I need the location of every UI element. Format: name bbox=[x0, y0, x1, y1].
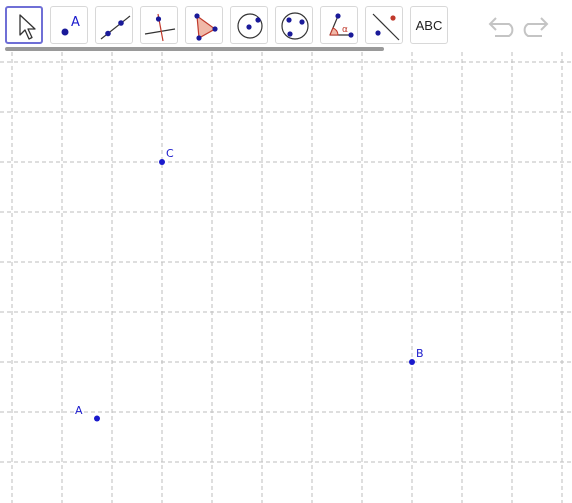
point-label-c: C bbox=[166, 147, 174, 160]
circle-three-points-tool-button[interactable] bbox=[275, 6, 313, 44]
text-tool-button[interactable]: ABC bbox=[410, 6, 448, 44]
point-c[interactable] bbox=[159, 159, 165, 165]
point-b[interactable] bbox=[409, 359, 415, 365]
point-icon: A bbox=[61, 15, 80, 36]
circle-center-point-icon bbox=[237, 13, 263, 39]
perpendicular-line-icon bbox=[144, 13, 176, 42]
angle-tool-label: α bbox=[342, 25, 348, 35]
circle-tool-button[interactable] bbox=[230, 6, 268, 44]
points-layer bbox=[94, 159, 415, 422]
point-a[interactable] bbox=[94, 415, 100, 422]
polygon-tool-button[interactable] bbox=[185, 6, 223, 44]
polygon-icon bbox=[194, 13, 218, 41]
graphics-view[interactable]: C B A bbox=[0, 52, 572, 503]
reflect-tool-button[interactable] bbox=[365, 6, 403, 44]
text-icon: ABC bbox=[415, 17, 443, 33]
toolbar: A α ABC bbox=[0, 0, 572, 50]
redo-button[interactable] bbox=[522, 14, 552, 38]
point-label-a: A bbox=[75, 403, 83, 417]
undo-button[interactable] bbox=[485, 14, 515, 38]
move-tool-button[interactable] bbox=[5, 6, 43, 44]
angle-tool-button[interactable]: α bbox=[320, 6, 358, 44]
arrow-cursor-icon bbox=[19, 14, 36, 40]
point-tool-button[interactable]: A bbox=[50, 6, 88, 44]
circle-three-points-icon bbox=[281, 12, 309, 40]
line-through-points-icon bbox=[100, 15, 131, 40]
redo-icon bbox=[523, 17, 549, 37]
perpendicular-tool-button[interactable] bbox=[140, 6, 178, 44]
line-tool-button[interactable] bbox=[95, 6, 133, 44]
reflect-about-line-icon bbox=[372, 13, 400, 41]
angle-icon: α bbox=[329, 13, 354, 38]
toolbar-scrollbar[interactable] bbox=[5, 47, 384, 51]
point-label-b: B bbox=[416, 347, 424, 360]
point-tool-label: A bbox=[71, 15, 80, 30]
undo-icon bbox=[488, 17, 514, 37]
